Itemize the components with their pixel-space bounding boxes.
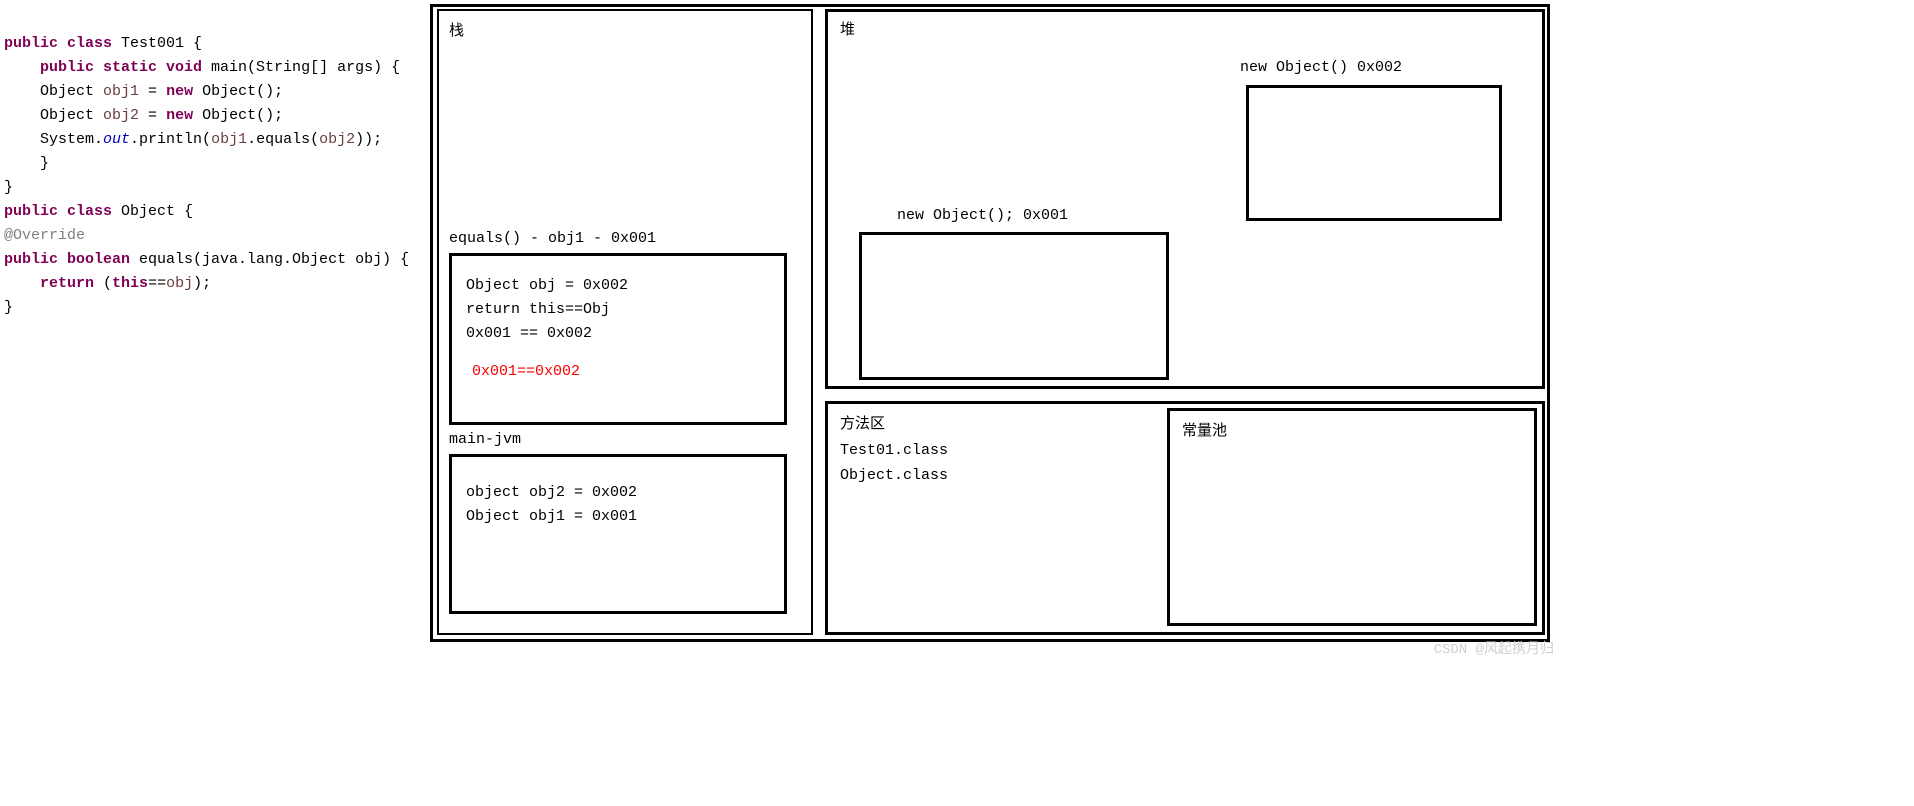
stack-box: 栈 equals() - obj1 - 0x001 Object obj = 0… bbox=[437, 9, 813, 635]
var-obj1: obj1 bbox=[211, 131, 247, 148]
kw-public-class: public class bbox=[4, 203, 112, 220]
code-text: .println( bbox=[130, 131, 211, 148]
code-text: } bbox=[4, 179, 13, 196]
indent bbox=[4, 59, 40, 76]
code-text: == bbox=[148, 275, 166, 292]
code-text: equals(java.lang.Object obj) { bbox=[130, 251, 409, 268]
code-text: ( bbox=[94, 275, 112, 292]
code-text: Object(); bbox=[193, 83, 283, 100]
heap-title: 堆 bbox=[840, 18, 1530, 39]
code-text: = bbox=[139, 83, 166, 100]
code-text: main(String[] args) { bbox=[202, 59, 400, 76]
code-text: Object bbox=[4, 83, 103, 100]
var-obj1: obj1 bbox=[103, 83, 139, 100]
kw-new: new bbox=[166, 83, 193, 100]
equals-frame-label: equals() - obj1 - 0x001 bbox=[449, 230, 801, 247]
indent bbox=[4, 275, 40, 292]
code-text: ); bbox=[193, 275, 211, 292]
kw-psvm: public static void bbox=[40, 59, 202, 76]
kw-new: new bbox=[166, 107, 193, 124]
code-text: } bbox=[4, 299, 13, 316]
main-stack-frame: object obj2 = 0x002 Object obj1 = 0x001 bbox=[449, 454, 787, 614]
jvm-memory-diagram: 栈 equals() - obj1 - 0x001 Object obj = 0… bbox=[430, 4, 1550, 642]
heap-object2-label: new Object() 0x002 bbox=[1240, 59, 1402, 76]
code-text: )); bbox=[355, 131, 382, 148]
comparison-result: 0x001==0x002 bbox=[466, 360, 770, 384]
heap-object2-box bbox=[1246, 85, 1502, 221]
kw-public-boolean: public boolean bbox=[4, 251, 130, 268]
equals-stack-frame: Object obj = 0x002 return this==Obj 0x00… bbox=[449, 253, 787, 425]
frame-line: 0x001 == 0x002 bbox=[466, 322, 770, 346]
code-text: = bbox=[139, 107, 166, 124]
kw-return: return bbox=[40, 275, 94, 292]
stack-title: 栈 bbox=[449, 19, 801, 40]
var-obj2: obj2 bbox=[319, 131, 355, 148]
code-text: .equals( bbox=[247, 131, 319, 148]
var-obj2: obj2 bbox=[103, 107, 139, 124]
code-listing: public class Test001 { public static voi… bbox=[0, 0, 420, 328]
code-text: Object bbox=[4, 107, 103, 124]
constant-pool-title: 常量池 bbox=[1182, 419, 1522, 440]
kw-this: this bbox=[112, 275, 148, 292]
heap-object1-label: new Object(); 0x001 bbox=[897, 207, 1068, 224]
frame-line: Object obj1 = 0x001 bbox=[466, 505, 770, 529]
var-obj: obj bbox=[166, 275, 193, 292]
constant-pool-box: 常量池 bbox=[1167, 408, 1537, 626]
annotation-override: @Override bbox=[4, 227, 85, 244]
code-text: Object { bbox=[112, 203, 193, 220]
frame-line: Object obj = 0x002 bbox=[466, 274, 770, 298]
code-text: System. bbox=[4, 131, 103, 148]
kw-public-class: public class bbox=[4, 35, 112, 52]
code-text: } bbox=[4, 155, 49, 172]
frame-line: object obj2 = 0x002 bbox=[466, 481, 770, 505]
main-frame-label: main-jvm bbox=[449, 431, 801, 448]
frame-line: return this==Obj bbox=[466, 298, 770, 322]
code-text: Object(); bbox=[193, 107, 283, 124]
heap-object1-box bbox=[859, 232, 1169, 380]
code-text: Test001 { bbox=[112, 35, 202, 52]
watermark: CSDN @风起携月归 bbox=[1434, 638, 1554, 658]
field-out: out bbox=[103, 131, 130, 148]
